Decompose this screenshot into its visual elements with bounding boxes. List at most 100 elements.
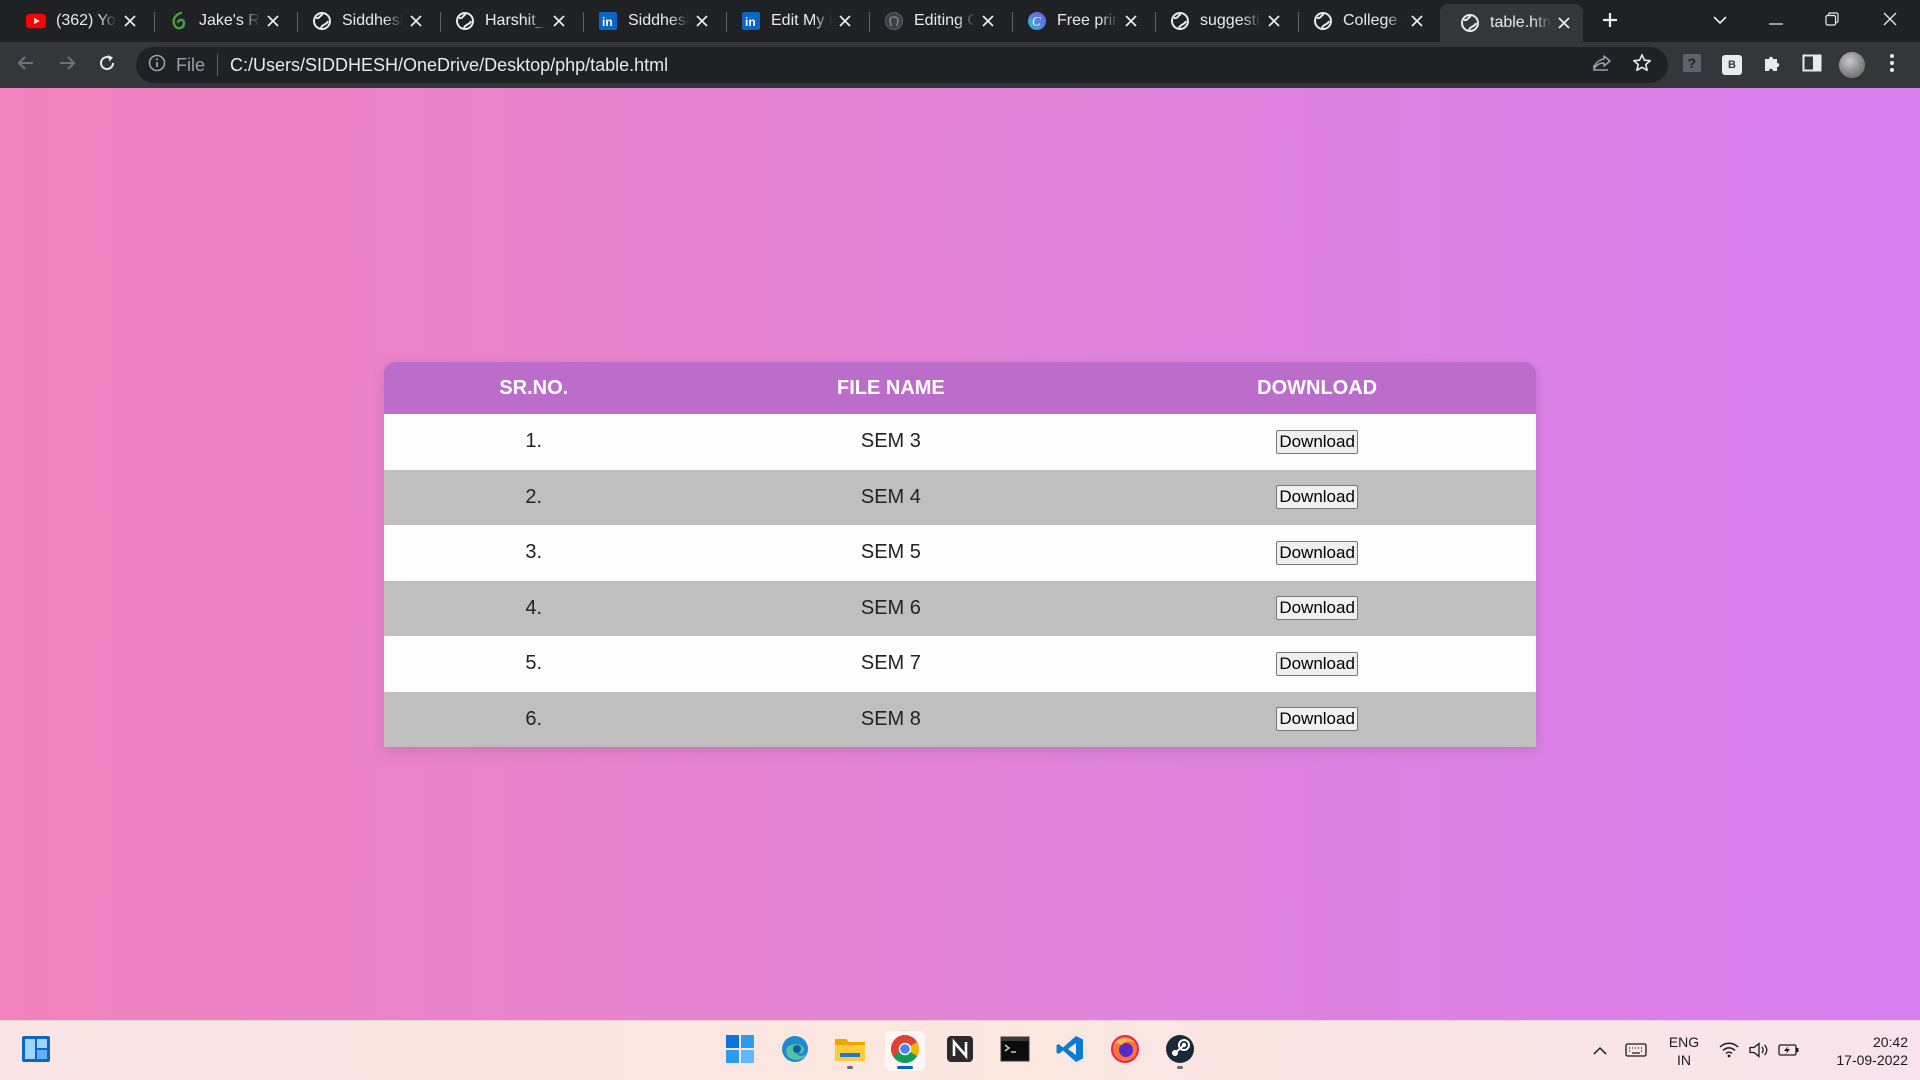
volume-status[interactable] <box>1746 1031 1772 1071</box>
tab-siddhesh-1[interactable]: Siddhesh <box>292 4 435 38</box>
language-code: ENG <box>1668 1034 1700 1050</box>
taskbar-edge-button[interactable] <box>775 1031 815 1071</box>
input-language-indicator[interactable]: ENG IN <box>1664 1033 1704 1069</box>
sr-no-cell: 6. <box>525 707 543 730</box>
globe-icon <box>1170 11 1190 31</box>
side-panel-button[interactable] <box>1796 49 1828 81</box>
table-row: 2. SEM 4 Download <box>384 469 1536 525</box>
chevron-down-icon <box>1712 12 1728 30</box>
bookmark-button[interactable] <box>1626 49 1658 81</box>
close-tab-icon[interactable] <box>407 12 425 30</box>
taskbar-file-explorer-button[interactable] <box>830 1031 870 1071</box>
close-tab-icon[interactable] <box>1122 12 1140 30</box>
download-cell: Download <box>1098 692 1536 748</box>
active-indicator <box>897 1066 913 1069</box>
taskbar-firefox-button[interactable] <box>1105 1031 1145 1071</box>
close-tab-icon[interactable] <box>979 12 997 30</box>
tab-table-html[interactable]: table.html <box>1440 4 1583 42</box>
tab-youtube[interactable]: (362) YouTube <box>6 4 149 38</box>
download-button[interactable]: Download <box>1276 651 1358 676</box>
tab-editing-github[interactable]: Editing C <box>864 4 1007 38</box>
share-button[interactable] <box>1586 49 1618 81</box>
tab-harshit[interactable]: Harshit_S <box>435 4 578 38</box>
close-tab-icon[interactable] <box>264 12 282 30</box>
table-row: 3. SEM 5 Download <box>384 525 1536 581</box>
url-text[interactable]: C:/Users/SIDDHESH/OneDrive/Desktop/php/t… <box>230 55 668 76</box>
tab-linkedin-siddhesh[interactable]: in Siddhesh <box>578 4 721 38</box>
file-name-cell: SEM 8 <box>860 707 921 730</box>
show-hidden-icons-button[interactable] <box>1586 1031 1614 1071</box>
start-icon <box>726 1034 754 1068</box>
restore-button[interactable] <box>1804 0 1860 42</box>
taskbar-vscode-button[interactable] <box>1050 1031 1090 1071</box>
taskbar-start-button[interactable] <box>720 1031 760 1071</box>
download-button[interactable]: Download <box>1276 429 1358 454</box>
file-name-cell: SEM 3 <box>860 430 921 453</box>
file-name-cell: SEM 7 <box>860 652 921 675</box>
close-tab-icon[interactable] <box>1408 12 1426 30</box>
profile-avatar-button[interactable] <box>1836 49 1868 81</box>
extension-b-button[interactable]: B <box>1716 49 1748 81</box>
svg-text:in: in <box>602 15 613 29</box>
download-button[interactable]: Download <box>1276 540 1358 565</box>
taskbar-notion-button[interactable] <box>940 1031 980 1071</box>
svg-text:?: ? <box>1688 55 1697 71</box>
system-clock[interactable]: 20:42 17-09-2022 <box>1810 1033 1908 1069</box>
reload-button[interactable] <box>91 49 123 81</box>
reload-icon <box>97 53 117 78</box>
back-button[interactable] <box>10 49 42 81</box>
close-tab-icon[interactable] <box>836 12 854 30</box>
taskbar-chrome-button[interactable] <box>885 1031 925 1071</box>
address-bar[interactable]: File C:/Users/SIDDHESH/OneDrive/Desktop/… <box>136 47 1668 83</box>
close-window-button[interactable] <box>1862 0 1918 42</box>
download-button[interactable]: Download <box>1276 485 1358 510</box>
download-cell: Download <box>1098 414 1536 470</box>
windows-taskbar: ENG IN 20:42 17-09-2022 <box>0 1020 1920 1080</box>
share-icon <box>1592 54 1612 77</box>
browser-menu-button[interactable] <box>1876 49 1908 81</box>
touch-keyboard-button[interactable] <box>1620 1031 1652 1071</box>
new-tab-button[interactable] <box>1596 8 1624 36</box>
taskbar-steam-button[interactable] <box>1160 1031 1200 1071</box>
download-button[interactable]: Download <box>1276 596 1358 621</box>
sr-no-cell: 3. <box>525 541 543 564</box>
browser-tab-strip: (362) YouTube Jake's Resume Siddhesh Har… <box>0 0 1920 42</box>
file-name-cell: SEM 5 <box>860 541 921 564</box>
tab-title: Editing C <box>914 12 975 29</box>
extensions-button[interactable] <box>1756 49 1788 81</box>
tab-title: Siddhesh <box>628 12 689 29</box>
file-name-cell: SEM 4 <box>860 485 921 508</box>
taskbar-terminal-button[interactable] <box>995 1031 1035 1071</box>
download-button[interactable]: Download <box>1276 707 1358 732</box>
page-viewport: SR.NO. FILE NAME DOWNLOAD 1. SEM 3 Downl… <box>0 88 1920 1020</box>
info-icon[interactable] <box>148 54 166 77</box>
forward-button[interactable] <box>51 49 83 81</box>
battery-status[interactable] <box>1776 1031 1802 1071</box>
extension-help-button[interactable]: ? <box>1676 49 1708 81</box>
close-tab-icon[interactable] <box>1555 14 1573 32</box>
linkedin-icon: in <box>598 11 618 31</box>
tab-college[interactable]: College S <box>1293 4 1436 38</box>
vscode-icon <box>1055 1034 1085 1069</box>
minimize-button[interactable] <box>1748 0 1804 42</box>
table-header-row: SR.NO. FILE NAME DOWNLOAD <box>384 362 1536 414</box>
tab-edit-my-profile[interactable]: in Edit My P <box>721 4 864 38</box>
tab-suggestion[interactable]: suggestic <box>1150 4 1293 38</box>
globe-icon <box>1313 11 1333 31</box>
widgets-button[interactable] <box>16 1031 56 1071</box>
tab-jakes-resume[interactable]: Jake's Resume <box>149 4 292 38</box>
close-tab-icon[interactable] <box>1265 12 1283 30</box>
close-tab-icon[interactable] <box>121 12 139 30</box>
tab-title: Free print <box>1057 12 1118 29</box>
close-tab-icon[interactable] <box>693 12 711 30</box>
github-icon <box>884 11 904 31</box>
tab-title: table.html <box>1490 14 1551 31</box>
tab-title: College S <box>1343 12 1404 29</box>
tab-search-button[interactable] <box>1692 0 1748 42</box>
file-explorer-icon <box>834 1035 866 1068</box>
globe-icon <box>455 11 475 31</box>
wifi-status[interactable] <box>1716 1031 1742 1071</box>
tab-free-print[interactable]: C Free print <box>1007 4 1150 38</box>
clock-time: 20:42 <box>1872 1034 1908 1050</box>
close-tab-icon[interactable] <box>550 12 568 30</box>
